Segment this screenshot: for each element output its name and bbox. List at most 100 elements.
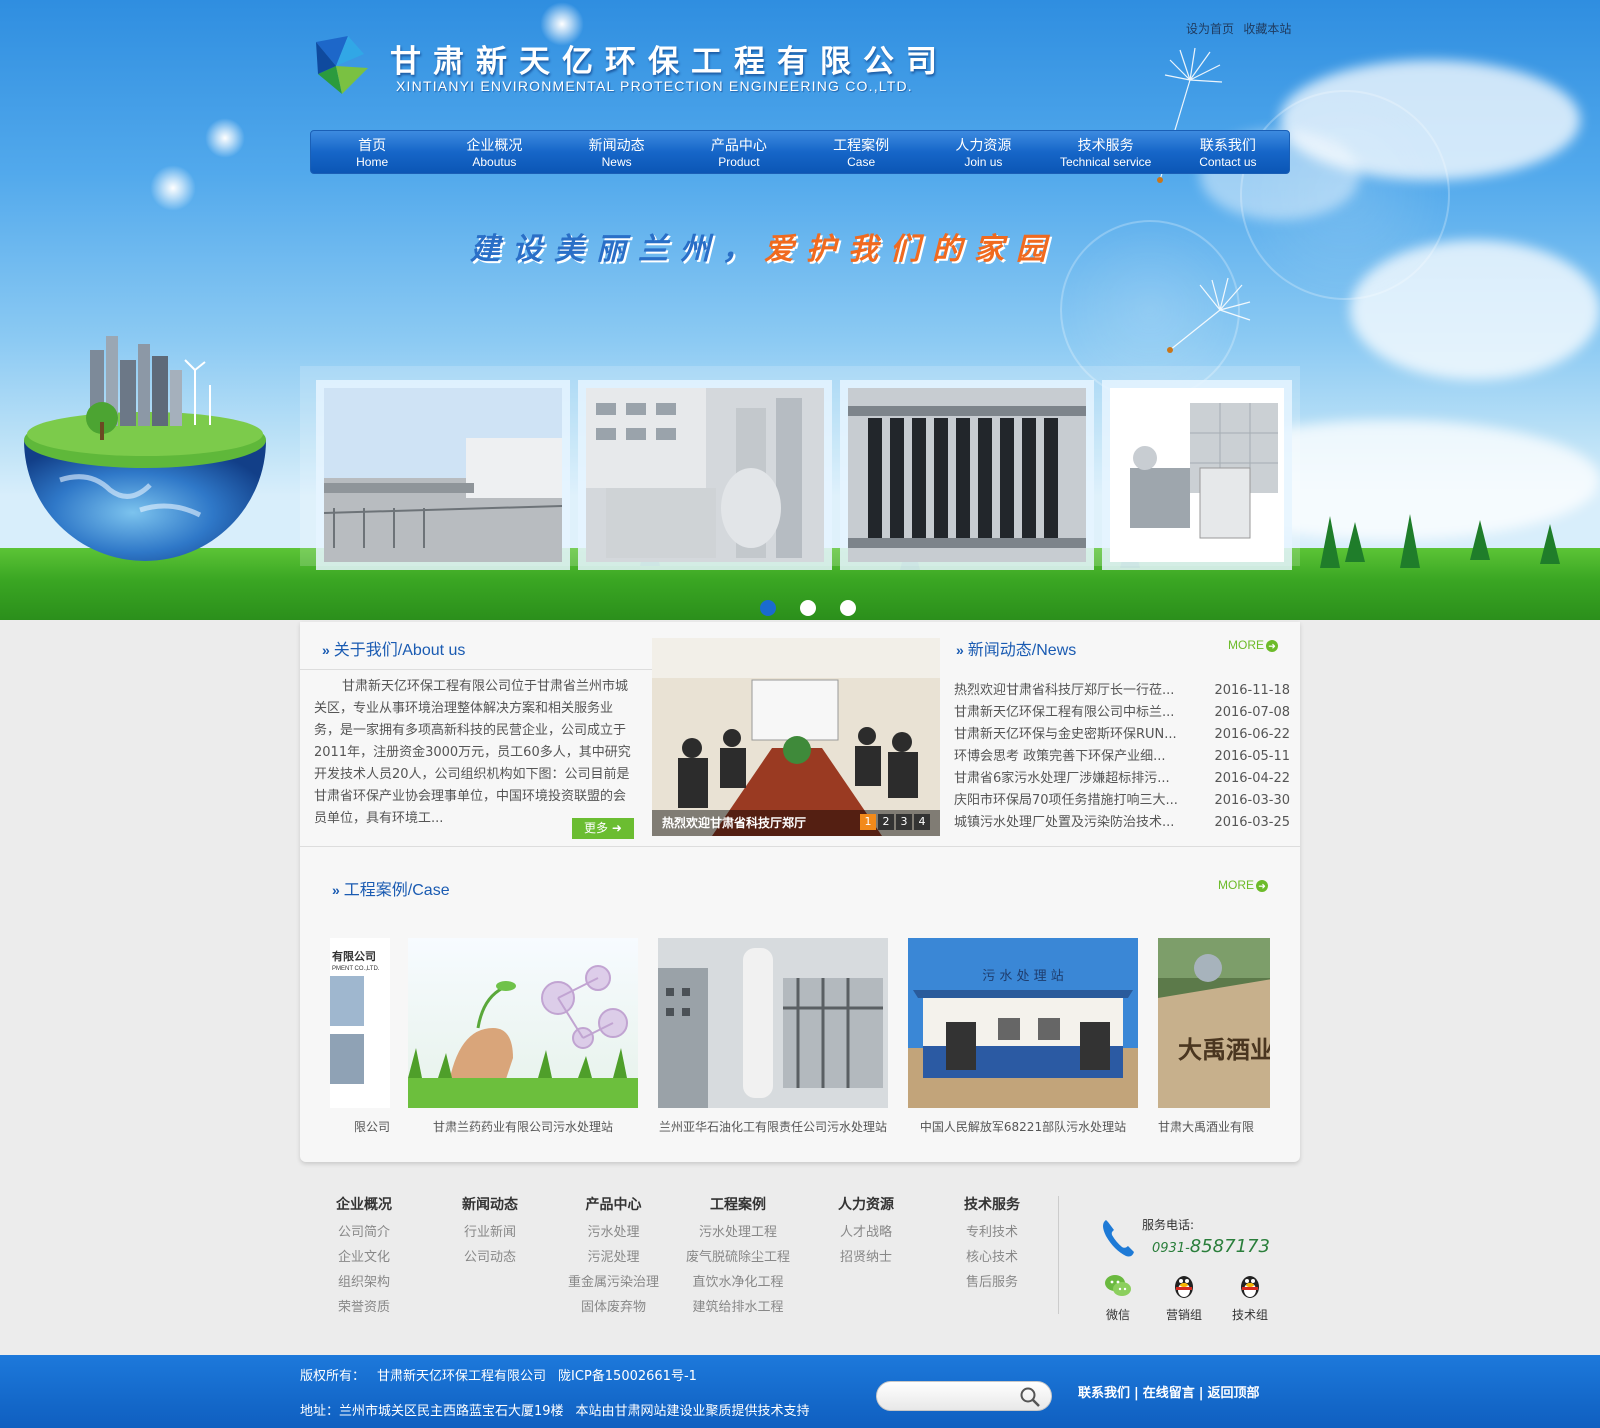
address-text: 地址：兰州市城关区民主西路蓝宝石大厦19楼 (300, 1404, 564, 1419)
treatment-equipment-image (658, 938, 888, 1108)
news-title[interactable]: » 新闻动态/News (956, 636, 1076, 660)
slide-item[interactable] (316, 380, 570, 570)
search-input[interactable] (889, 1387, 1019, 1407)
news-item[interactable]: 甘肃省6家污水处理厂涉嫌超标排污... 2016-04-22 (954, 768, 1290, 790)
footer-link[interactable]: 人才战略 (838, 1220, 894, 1245)
footer-link[interactable]: 直饮水净化工程 (686, 1270, 790, 1295)
slide-item[interactable] (578, 380, 832, 570)
qq-tech-button[interactable]: 技术组 (1230, 1272, 1270, 1323)
news-item[interactable]: 热烈欢迎甘肃省科技厅郑厅长一行莅... 2016-11-18 (954, 680, 1290, 702)
footer-column-heading[interactable]: 技术服务 (964, 1194, 1020, 1214)
case-item[interactable]: 污 水 处 理 站 中国人民解放军68221部队污水处理站 (908, 938, 1138, 1135)
footer-link[interactable]: 行业新闻 (462, 1220, 518, 1245)
nav-case[interactable]: 工程案例 Case (800, 131, 922, 173)
news-item[interactable]: 甘肃新天亿环保与金史密斯环保RUN... 2016-06-22 (954, 724, 1290, 746)
footer-link[interactable]: 建筑给排水工程 (686, 1295, 790, 1320)
footer-link[interactable]: 组织架构 (336, 1270, 392, 1295)
nav-contact[interactable]: 联系我们 Contact us (1167, 131, 1289, 173)
footer-link[interactable]: 售后服务 (964, 1270, 1020, 1295)
footer-link[interactable]: 固体废弃物 (568, 1295, 659, 1320)
news-item-title: 甘肃省6家污水处理厂涉嫌超标排污... (954, 771, 1170, 786)
footer-column-heading[interactable]: 人力资源 (838, 1194, 894, 1214)
case-item[interactable]: 有限公司 PMENT CO.,LTD. 限公司 (330, 938, 390, 1135)
service-phone-label: 服务电话: (1142, 1218, 1195, 1232)
slider-dot[interactable] (800, 600, 816, 616)
bookmark-link[interactable]: 收藏本站 (1243, 22, 1291, 36)
photo-page-3[interactable]: 3 (896, 814, 912, 830)
nav-about[interactable]: 企业概况 Aboutus (433, 131, 555, 173)
photo-page-2[interactable]: 2 (878, 814, 894, 830)
slide-item[interactable] (1102, 380, 1292, 570)
winery-wall-image: 大禹酒业 (1158, 938, 1270, 1108)
footer-link[interactable]: 核心技术 (964, 1245, 1020, 1270)
news-item-date: 2016-07-08 (1214, 705, 1290, 720)
nav-label-en: Home (356, 155, 389, 169)
qq-penguin-icon (1175, 1276, 1193, 1298)
footer-link[interactable]: 污泥处理 (568, 1245, 659, 1270)
footer-link[interactable]: 专利技术 (964, 1220, 1020, 1245)
news-more-link[interactable]: MORE ➜ (1228, 638, 1278, 652)
nav-label-cn: 技术服务 (1077, 137, 1134, 153)
service-phone-number[interactable]: 0931-8587173 (1152, 1236, 1270, 1257)
company-logo[interactable]: 甘肃新天亿环保工程有限公司 XINTIANYI ENVIRONMENTAL PR… (308, 34, 937, 102)
phone-number: 8587173 (1189, 1236, 1270, 1257)
case-more-link[interactable]: MORE ➜ (1218, 878, 1268, 892)
tree (1540, 524, 1560, 564)
qq-sales-button[interactable]: 营销组 (1164, 1272, 1204, 1323)
footer-link[interactable]: 重金属污染治理 (568, 1270, 659, 1295)
slider-dot[interactable] (760, 600, 776, 616)
news-photo-carousel[interactable]: 热烈欢迎甘肃省科技厅郑厅 1 2 3 4 (652, 638, 940, 836)
news-item-title: 环博会思考 政策完善下环保产业细... (954, 749, 1166, 764)
slogan-part1: 建设美丽兰州， (470, 232, 764, 267)
case-item[interactable]: 甘肃兰药药业有限公司污水处理站 (408, 938, 638, 1135)
news-item[interactable]: 庆阳市环保局70项任务措施打响三大... 2016-03-30 (954, 790, 1290, 812)
footer-link[interactable]: 公司简介 (336, 1220, 392, 1245)
about-title[interactable]: » 关于我们/About us (322, 636, 465, 660)
news-item[interactable]: 甘肃新天亿环保工程有限公司中标兰... 2016-07-08 (954, 702, 1290, 724)
slider-dot[interactable] (840, 600, 856, 616)
case-more-label: MORE (1218, 878, 1254, 892)
footer-column-heading[interactable]: 产品中心 (568, 1194, 659, 1214)
news-item[interactable]: 城镇污水处理厂处置及污染防治技术... 2016-03-25 (954, 812, 1290, 834)
footer-column-heading[interactable]: 工程案例 (686, 1194, 790, 1214)
about-more-button[interactable]: 更多 ➜ (572, 818, 634, 839)
case-title[interactable]: » 工程案例/Case (332, 876, 450, 900)
footer-column-heading[interactable]: 新闻动态 (462, 1194, 518, 1214)
copyright-name: 甘肃新天亿环保工程有限公司 (377, 1369, 547, 1384)
footer-link[interactable]: 公司动态 (462, 1245, 518, 1270)
leave-message-link[interactable]: 在线留言 (1143, 1386, 1195, 1401)
footer-link[interactable]: 荣誉资质 (336, 1295, 392, 1320)
nav-product[interactable]: 产品中心 Product (678, 131, 800, 173)
nav-technical[interactable]: 技术服务 Technical service (1045, 131, 1167, 173)
icp-number[interactable]: 陇ICP备15002661号-1 (558, 1369, 697, 1384)
wechat-button[interactable]: 微信 (1098, 1272, 1138, 1323)
photo-page-4[interactable]: 4 (914, 814, 930, 830)
case-item[interactable]: 大禹酒业 甘肃大禹酒业有限 (1158, 938, 1270, 1135)
case-caption: 甘肃兰药药业有限公司污水处理站 (432, 1120, 613, 1134)
set-homepage-link[interactable]: 设为首页 (1186, 22, 1234, 36)
photo-page-1[interactable]: 1 (860, 814, 876, 830)
contact-us-link[interactable]: 联系我们 (1078, 1386, 1130, 1401)
footer-link[interactable]: 招贤纳士 (838, 1245, 894, 1270)
nav-news[interactable]: 新闻动态 News (556, 131, 678, 173)
search-icon[interactable] (1019, 1386, 1041, 1408)
slogan-part2: 爱护我们的家园 (764, 232, 1058, 267)
brochure-logo-text: 有限公司 (332, 949, 376, 963)
footer-link[interactable]: 污水处理工程 (686, 1220, 790, 1245)
double-chevron-icon: » (332, 882, 340, 898)
footer-link[interactable]: 污水处理 (568, 1220, 659, 1245)
slide-item[interactable] (840, 380, 1094, 570)
footer-link[interactable]: 废气脱硫除尘工程 (686, 1245, 790, 1270)
news-item[interactable]: 环博会思考 政策完善下环保产业细... 2016-05-11 (954, 746, 1290, 768)
footer-column: 新闻动态 行业新闻 公司动态 (462, 1194, 518, 1270)
back-to-top-link[interactable]: 返回顶部 (1208, 1386, 1260, 1401)
nav-home[interactable]: 首页 Home (311, 131, 433, 173)
case-item[interactable]: 兰州亚华石油化工有限责任公司污水处理站 (658, 938, 888, 1135)
lens-flare (1240, 90, 1450, 300)
about-title-text: 关于我们/About us (333, 642, 466, 659)
about-more-label: 更多 (584, 821, 609, 835)
footer-column-heading[interactable]: 企业概况 (336, 1194, 392, 1214)
tech-support-text[interactable]: 本站由甘肃网站建设业聚质提供技术支持 (576, 1404, 810, 1419)
nav-joinus[interactable]: 人力资源 Join us (922, 131, 1044, 173)
footer-link[interactable]: 企业文化 (336, 1245, 392, 1270)
